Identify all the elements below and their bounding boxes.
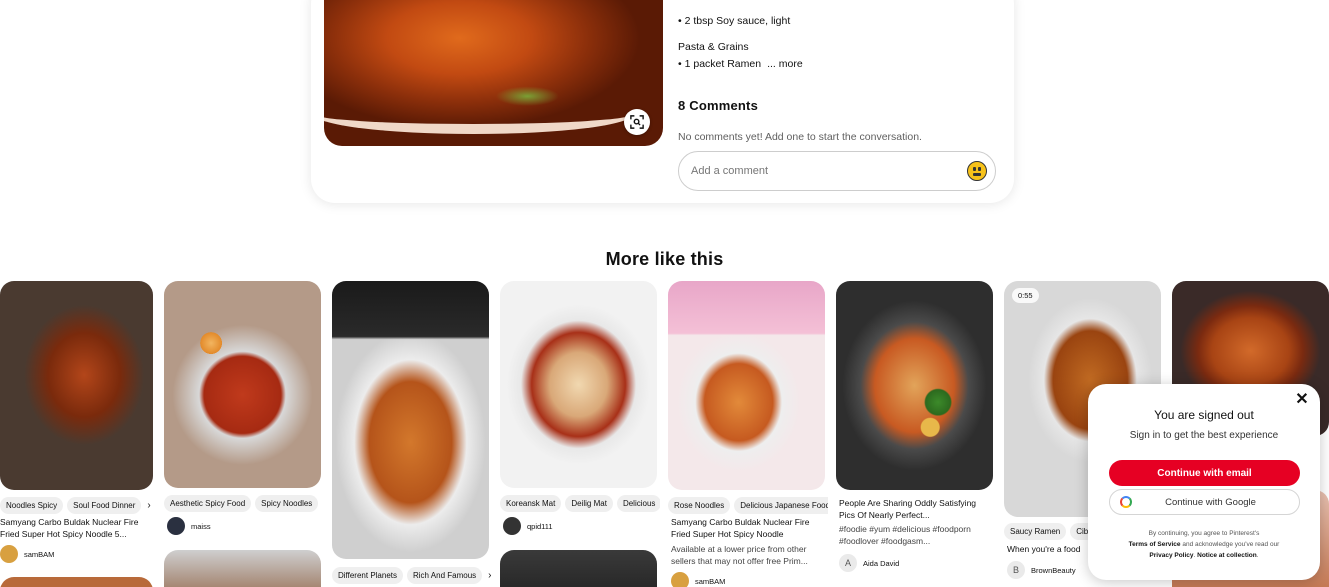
signed-out-popup: ✕ You are signed out Sign in to get the … bbox=[1088, 384, 1320, 580]
ingredient-text: • 1 packet Ramen bbox=[678, 58, 762, 70]
pin-title[interactable]: Samyang Carbo Buldak Nuclear Fire Fried … bbox=[0, 516, 153, 540]
continue-with-google-button[interactable]: Continue with Google bbox=[1109, 489, 1300, 515]
comment-box[interactable] bbox=[678, 151, 996, 191]
pin-image[interactable] bbox=[0, 577, 153, 587]
tag-chip[interactable]: Spicy Noodles bbox=[255, 495, 319, 512]
notice-at-collection-link[interactable]: Notice at collection bbox=[1197, 552, 1257, 559]
tag-chip[interactable]: Rose Noodles bbox=[668, 497, 731, 514]
pin-tags: Noodles Spicy Soul Food Dinner › bbox=[0, 497, 160, 514]
pin-image[interactable] bbox=[0, 281, 153, 490]
emoji-icon[interactable] bbox=[967, 161, 987, 181]
tag-chip[interactable]: Deilig Mat bbox=[565, 495, 613, 512]
legal-text-part: . bbox=[1256, 552, 1259, 559]
popup-title: You are signed out bbox=[1154, 408, 1254, 422]
page: • 2 tbsp Soy sauce, light Pasta & Grains… bbox=[0, 0, 1329, 587]
creator-name: samBAM bbox=[24, 549, 55, 559]
creator-name: BrownBeauty bbox=[1031, 565, 1076, 575]
pin-image[interactable] bbox=[332, 281, 489, 559]
pin-tags: Aesthetic Spicy Food Spicy Noodles › bbox=[164, 495, 324, 512]
close-icon[interactable]: ✕ bbox=[1294, 392, 1310, 408]
tag-chip[interactable]: Different Planets bbox=[332, 567, 403, 584]
avatar bbox=[503, 517, 521, 535]
pin-tags: Different Planets Rich And Famous › bbox=[332, 567, 492, 584]
tag-chip[interactable]: Rich And Famous bbox=[407, 567, 483, 584]
tag-chip[interactable]: Soul Food Dinner bbox=[67, 497, 142, 514]
pin-title[interactable]: When you're a food bbox=[1007, 543, 1088, 555]
pin-subtitle: #foodie #yum #delicious #foodporn #foodl… bbox=[839, 524, 971, 546]
pin-detail-card: • 2 tbsp Soy sauce, light Pasta & Grains… bbox=[311, 0, 1014, 203]
pin-title[interactable]: People Are Sharing Oddly Satisfying Pics… bbox=[839, 497, 993, 521]
legal-text-part: and acknowledge you've read our bbox=[1182, 541, 1280, 548]
comments-title[interactable]: 8 Comments bbox=[678, 98, 758, 113]
no-comments-text: No comments yet! Add one to start the co… bbox=[678, 131, 922, 143]
avatar: B bbox=[1007, 561, 1025, 579]
pin-image[interactable] bbox=[500, 550, 657, 587]
pin-tags: Rose Noodles Delicious Japanese Food bbox=[668, 497, 828, 514]
tag-chip[interactable]: Saucy Ramen bbox=[1004, 523, 1067, 540]
ingredient-group: Pasta & Grains bbox=[678, 41, 749, 53]
pin-title[interactable]: Samyang Carbo Buldak Nuclear Fire Fried … bbox=[671, 516, 825, 540]
creator-name: Aida David bbox=[863, 558, 900, 568]
privacy-policy-link[interactable]: Privacy Policy bbox=[1149, 552, 1193, 559]
pin-tags: Saucy Ramen Cibo bbox=[1004, 523, 1088, 540]
pin-image[interactable] bbox=[668, 281, 825, 490]
chevron-right-icon[interactable]: › bbox=[147, 500, 150, 511]
pin-tags: Koreansk Mat Deilig Mat Delicious › bbox=[500, 495, 660, 512]
pin-main-image[interactable] bbox=[324, 0, 663, 146]
creator-name: qpid111 bbox=[527, 521, 553, 531]
tag-chip[interactable]: Cibo bbox=[1070, 523, 1088, 540]
pin-creator[interactable]: qpid111 bbox=[503, 517, 553, 535]
visual-search-icon bbox=[630, 115, 644, 129]
google-button-label: Continue with Google bbox=[1165, 496, 1256, 508]
avatar bbox=[167, 517, 185, 535]
pin-creator[interactable]: maiss bbox=[167, 517, 211, 535]
tag-chip[interactable]: Koreansk Mat bbox=[500, 495, 562, 512]
more-link[interactable]: ... more bbox=[767, 58, 803, 70]
pin-creator[interactable]: B BrownBeauty bbox=[1007, 561, 1076, 579]
pin-creator[interactable]: samBAM bbox=[0, 545, 54, 563]
tag-chip[interactable]: Delicious Japanese Food bbox=[734, 497, 828, 514]
legal-text-part: By continuing, you agree to Pinterest's bbox=[1148, 530, 1260, 537]
pin-image[interactable] bbox=[500, 281, 657, 488]
creator-name: maiss bbox=[191, 521, 211, 531]
tag-chip[interactable]: Aesthetic Spicy Food bbox=[164, 495, 252, 512]
pin-subtitle: Available at a lower price from other se… bbox=[671, 544, 808, 566]
avatar bbox=[0, 545, 18, 563]
visual-search-button[interactable] bbox=[624, 109, 650, 135]
comment-input[interactable] bbox=[691, 165, 941, 177]
google-icon bbox=[1120, 496, 1132, 508]
pin-image[interactable] bbox=[164, 281, 321, 488]
pin-image[interactable] bbox=[164, 550, 321, 587]
creator-name: samBAM bbox=[695, 576, 726, 586]
avatar: A bbox=[839, 554, 857, 572]
chevron-right-icon[interactable]: › bbox=[488, 570, 491, 581]
avatar bbox=[671, 572, 689, 587]
continue-with-email-button[interactable]: Continue with email bbox=[1109, 460, 1300, 486]
tag-chip[interactable]: Delicious bbox=[616, 495, 660, 512]
pin-image[interactable] bbox=[836, 281, 993, 490]
video-duration-badge: 0:55 bbox=[1012, 288, 1039, 303]
legal-text: By continuing, you agree to Pinterest's … bbox=[1106, 528, 1302, 561]
terms-of-service-link[interactable]: Terms of Service bbox=[1129, 541, 1181, 548]
popup-subtitle: Sign in to get the best experience bbox=[1129, 430, 1279, 441]
ingredient-line: • 2 tbsp Soy sauce, light bbox=[678, 15, 791, 27]
section-title: More like this bbox=[605, 249, 724, 269]
tag-chip[interactable]: Noodles Spicy bbox=[0, 497, 64, 514]
pin-creator[interactable]: samBAM bbox=[671, 572, 725, 587]
ingredient-line: • 1 packet Ramen ... more bbox=[678, 58, 803, 70]
pin-creator[interactable]: A Aida David bbox=[839, 554, 899, 572]
